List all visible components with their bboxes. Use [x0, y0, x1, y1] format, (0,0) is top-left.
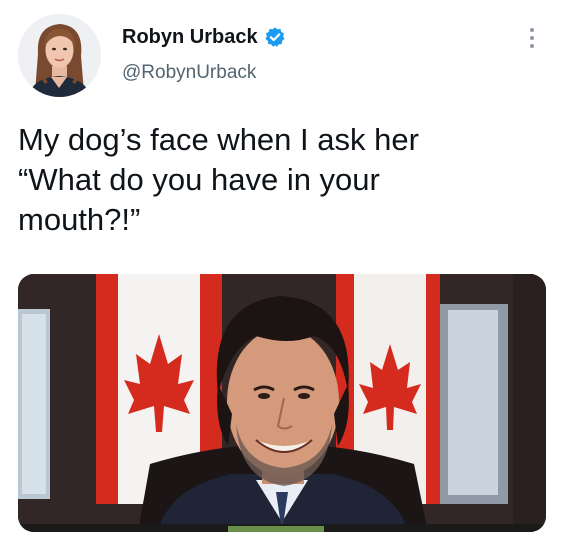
more-options-icon[interactable]: [522, 24, 542, 52]
author-name[interactable]: Robyn Urback: [122, 26, 258, 49]
profile-photo-icon: [18, 14, 101, 97]
author-avatar[interactable]: [18, 14, 101, 97]
author-handle[interactable]: @RobynUrback: [122, 62, 256, 84]
author-name-row: Robyn Urback: [122, 25, 286, 49]
video-frame-photo-icon: [18, 274, 546, 532]
tweet-card: Robyn Urback @RobynUrback My dog’s face …: [0, 0, 561, 548]
verified-badge-icon: [264, 26, 286, 48]
tweet-media-image[interactable]: [18, 274, 546, 532]
tweet-text: My dog’s face when I ask her “What do yo…: [18, 122, 419, 237]
